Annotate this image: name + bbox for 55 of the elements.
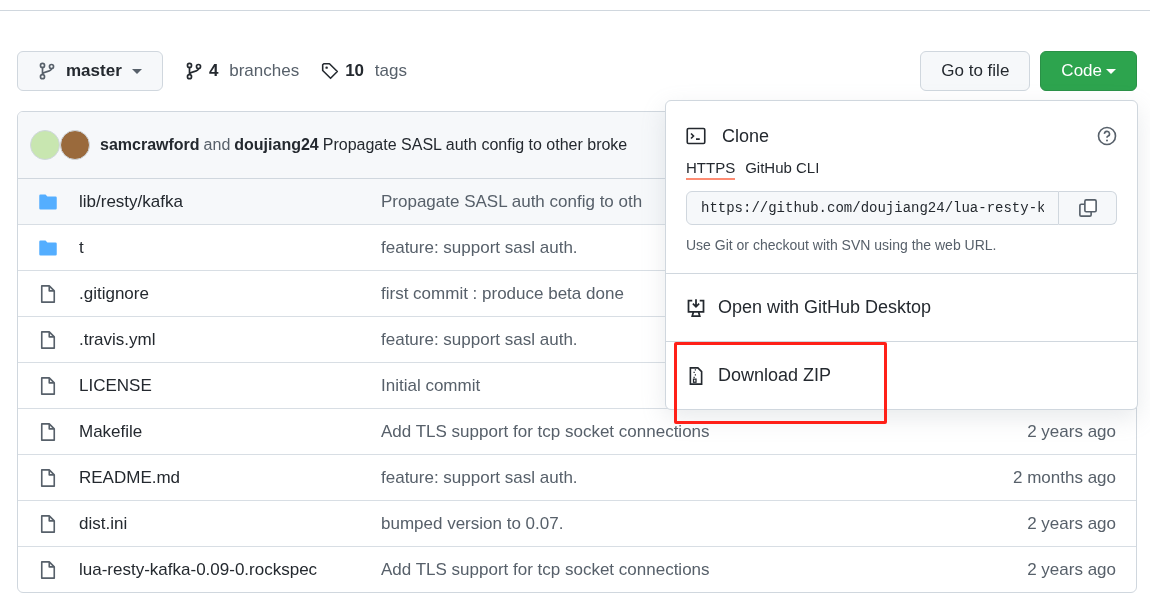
branches-link[interactable]: 4 branches (185, 61, 300, 81)
clone-tab[interactable]: GitHub CLI (745, 159, 820, 180)
menu-item[interactable]: Open with GitHub Desktop (666, 274, 1137, 341)
commit-message-link[interactable]: first commit : produce beta done (381, 283, 624, 304)
file-name-link[interactable]: .travis.yml (79, 329, 381, 350)
clone-title: Clone (722, 125, 770, 147)
desktop-download-icon (686, 297, 706, 318)
go-to-file-button[interactable]: Go to file (920, 51, 1031, 91)
commit-message-link[interactable]: feature: support sasl auth. (381, 329, 578, 350)
commit-message-link[interactable]: Initial commit (381, 375, 481, 396)
commit-message-link[interactable]: bumped version to 0.07. (381, 513, 564, 534)
commit-age-text: 2 years ago (1027, 559, 1116, 580)
file-name-link[interactable]: lua-resty-kafka-0.09-0.rockspec (79, 559, 381, 580)
clone-tab[interactable]: HTTPS (686, 159, 736, 180)
branch-icon (185, 62, 203, 80)
commit-message-link[interactable]: feature: support sasl auth. (381, 467, 578, 488)
menu-item[interactable]: Download ZIP (666, 342, 1137, 409)
terminal-icon (686, 126, 706, 146)
file-icon (38, 283, 58, 304)
file-name-link[interactable]: t (79, 237, 381, 258)
author-link[interactable]: doujiang24 (234, 136, 319, 154)
file-icon (38, 559, 58, 580)
commit-message-link[interactable]: Propagate SASL auth config to oth (381, 191, 643, 212)
copy-button[interactable] (1059, 191, 1117, 225)
file-icon (38, 329, 58, 350)
commit-message-link[interactable]: Add TLS support for tcp socket connections (381, 421, 710, 442)
file-icon (38, 513, 58, 534)
file-name-link[interactable]: lib/resty/kafka (79, 191, 381, 212)
conjunction-text: and (203, 136, 231, 154)
commit-message-link[interactable]: Propagate SASL auth config to other broke (322, 136, 628, 154)
avatar[interactable] (60, 130, 90, 160)
clone-url-field[interactable]: https://github.com/doujiang24/lua-resty-k (686, 191, 1059, 225)
commit-message-link[interactable]: feature: support sasl auth. (381, 237, 578, 258)
copy-icon (1077, 198, 1098, 218)
tag-icon (321, 62, 340, 80)
commit-age-text: 2 years ago (1027, 421, 1116, 442)
help-icon[interactable] (1097, 126, 1117, 146)
file-name-link[interactable]: dist.ini (79, 513, 381, 534)
file-icon (38, 421, 58, 442)
author-link[interactable]: samcrawford (100, 136, 200, 154)
file-name-link[interactable]: Makefile (79, 421, 381, 442)
branch-icon (38, 62, 56, 80)
file-name-link[interactable]: .gitignore (79, 283, 381, 304)
file-icon (38, 375, 58, 396)
commit-message-link[interactable]: Add TLS support for tcp socket connections (381, 559, 710, 580)
file-name-link[interactable]: README.md (79, 467, 381, 488)
clone-hint-text: Use Git or checkout with SVN using the web URL. (686, 237, 998, 253)
file-name-link[interactable]: LICENSE (79, 375, 381, 396)
commit-age-text: 2 months ago (1013, 467, 1116, 488)
branch-selector[interactable]: master (17, 51, 163, 91)
caret-icon (131, 68, 142, 74)
caret-icon (1106, 68, 1116, 74)
tags-link[interactable]: 10 tags (321, 61, 407, 81)
file-icon (38, 467, 58, 488)
commit-age-text: 2 years ago (1027, 513, 1116, 534)
